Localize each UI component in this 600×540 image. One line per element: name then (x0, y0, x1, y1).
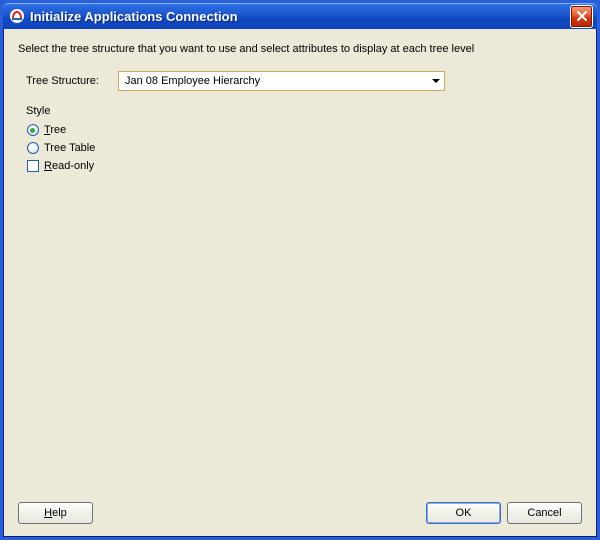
titlebar: Initialize Applications Connection (3, 3, 597, 29)
radio-icon (26, 124, 39, 137)
read-only-label: Read-only (44, 160, 94, 172)
read-only-checkbox[interactable]: Read-only (18, 157, 582, 175)
style-group-label: Style (18, 105, 582, 117)
dialog-window: Initialize Applications Connection Selec… (0, 0, 600, 540)
tree-structure-row: Tree Structure: Jan 08 Employee Hierarch… (18, 71, 582, 91)
ok-button[interactable]: OK (426, 502, 501, 524)
instruction-text: Select the tree structure that you want … (18, 43, 582, 55)
tree-structure-value: Jan 08 Employee Hierarchy (119, 75, 427, 87)
checkbox-icon (26, 160, 39, 173)
style-option-tree-table-label: Tree Table (44, 142, 95, 154)
radio-icon (26, 142, 39, 155)
help-button[interactable]: Help (18, 502, 93, 524)
style-option-tree-label: Tree (44, 124, 66, 136)
client-area: Select the tree structure that you want … (3, 29, 597, 537)
tree-structure-combo[interactable]: Jan 08 Employee Hierarchy (118, 71, 445, 91)
cancel-button[interactable]: Cancel (507, 502, 582, 524)
style-option-tree-table[interactable]: Tree Table (18, 139, 582, 157)
tree-structure-label: Tree Structure: (26, 75, 118, 87)
app-icon (9, 8, 25, 24)
button-bar: Help OK Cancel (18, 502, 582, 524)
style-option-tree[interactable]: Tree (18, 121, 582, 139)
window-title: Initialize Applications Connection (30, 9, 570, 24)
close-button[interactable] (570, 5, 593, 28)
chevron-down-icon (427, 72, 444, 90)
close-icon (577, 11, 587, 21)
